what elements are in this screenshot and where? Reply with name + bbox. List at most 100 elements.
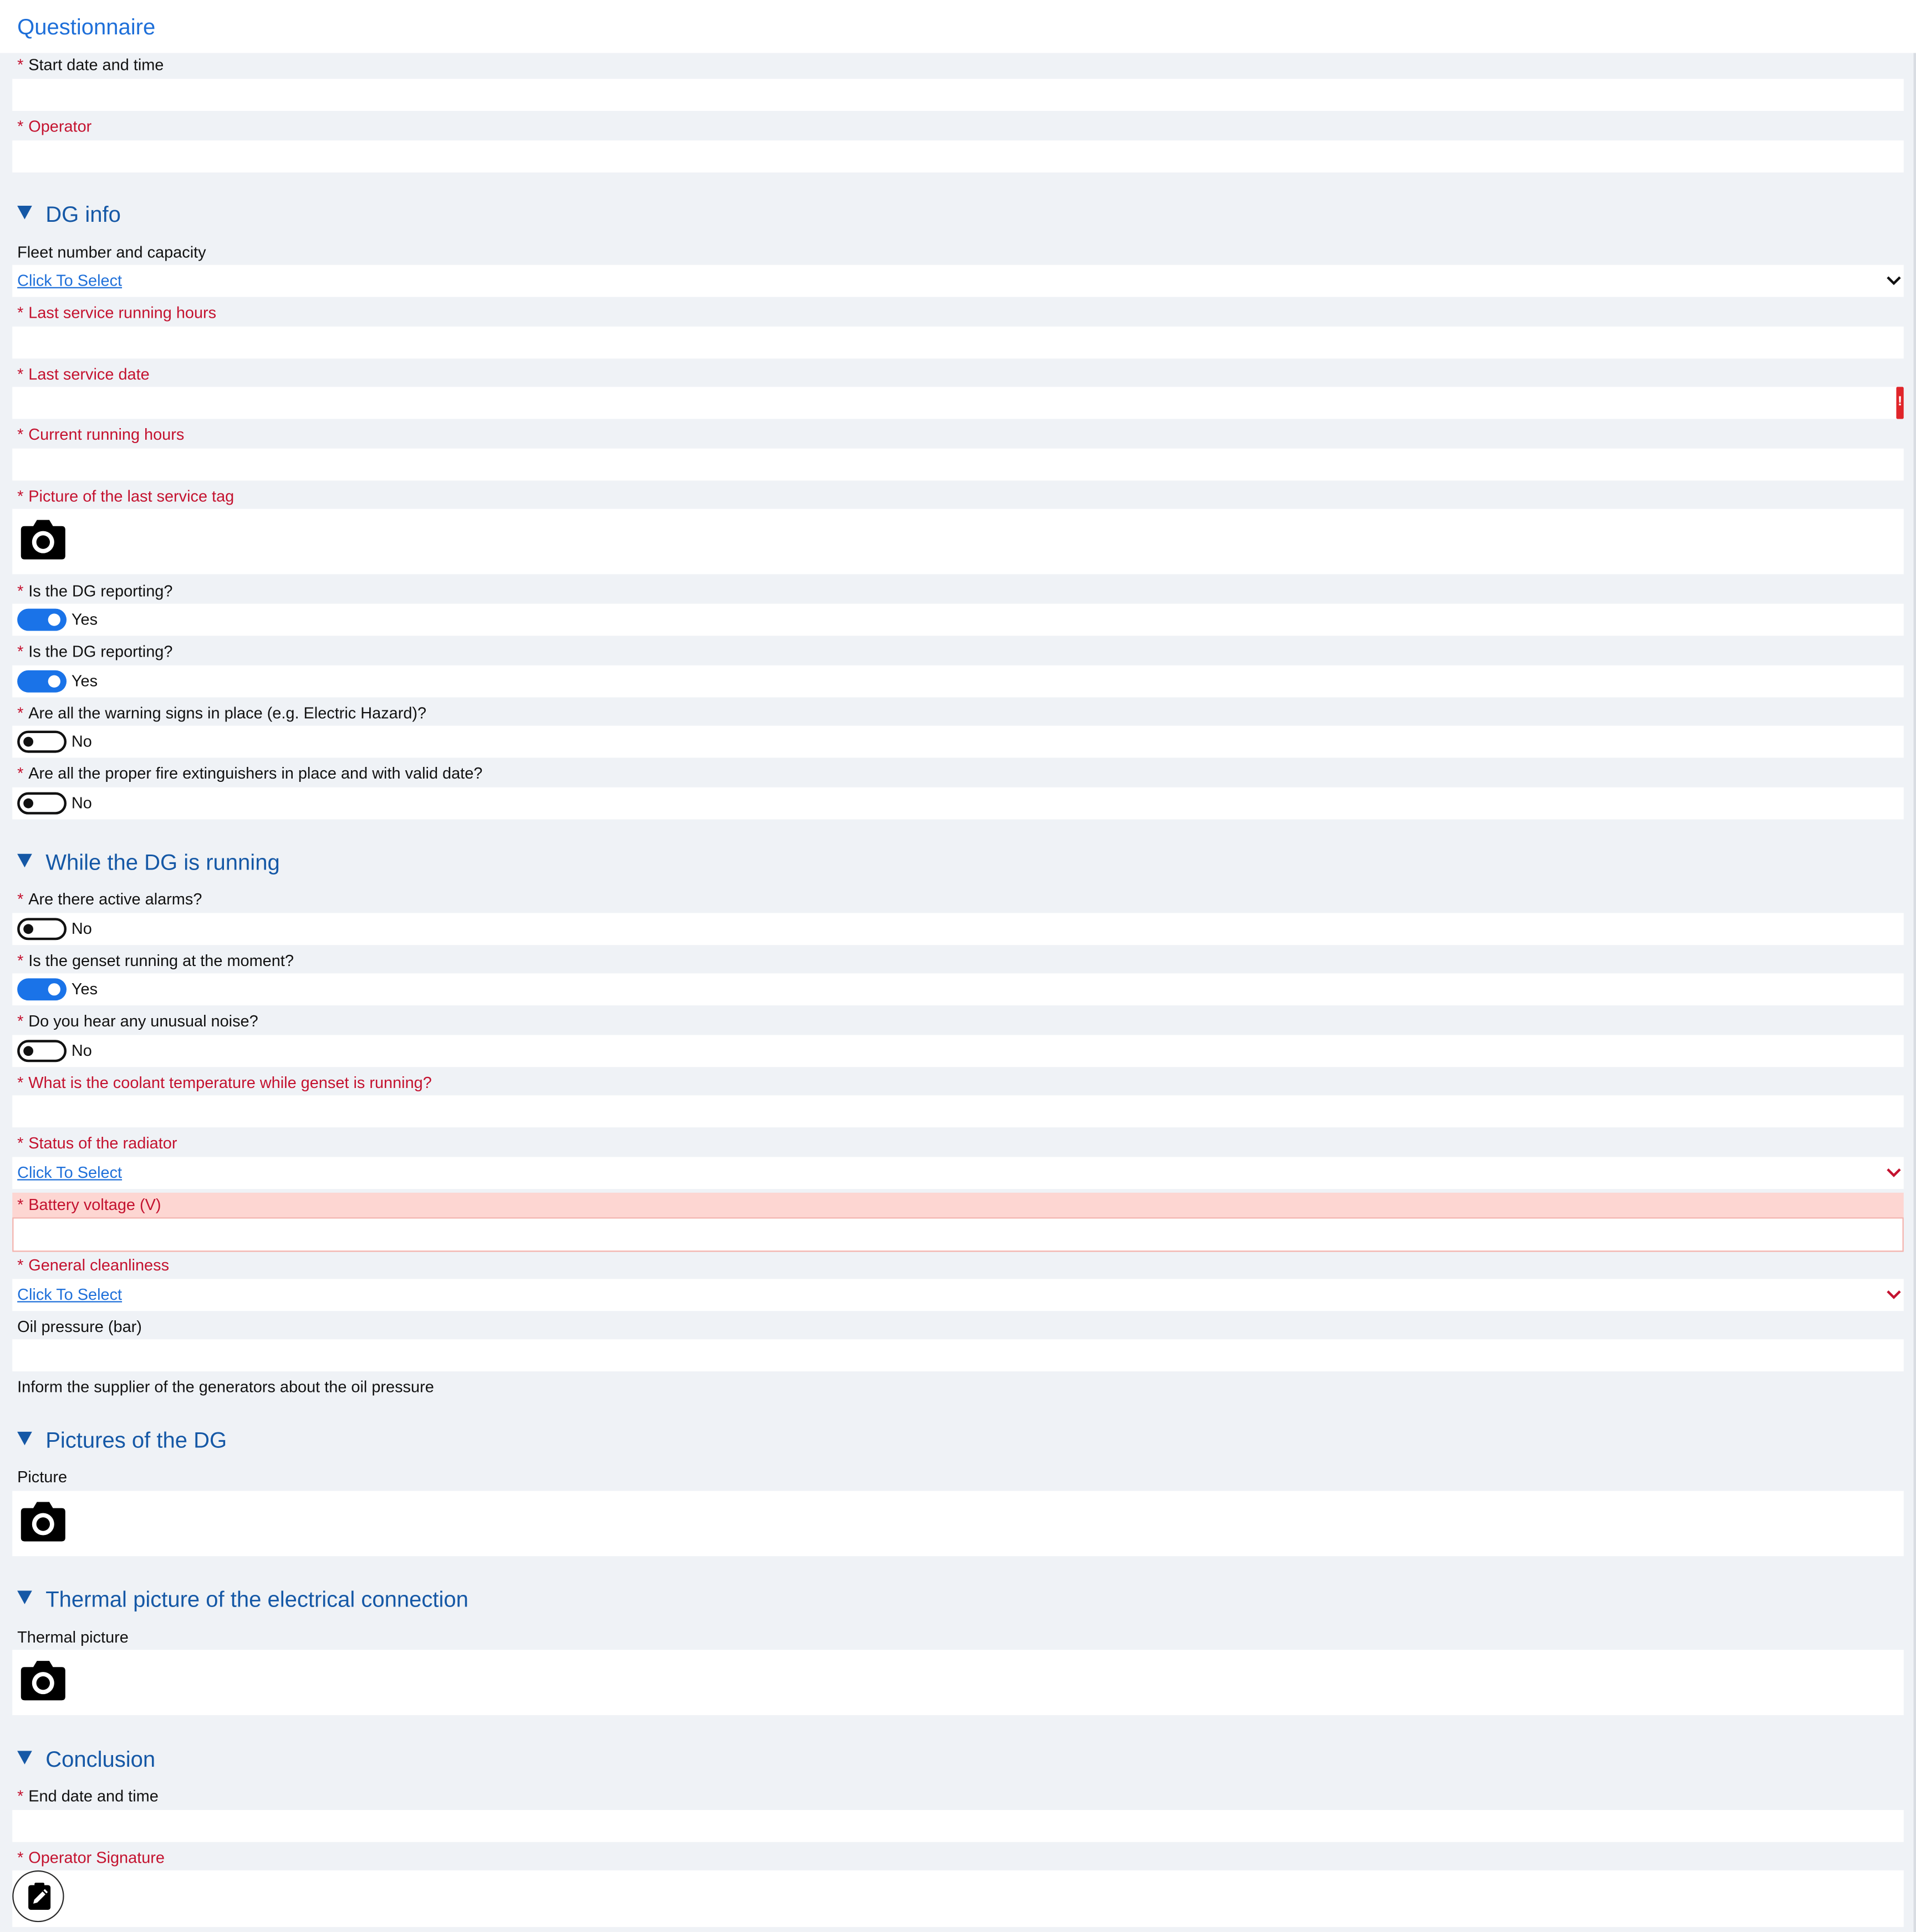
- active-alarms-row: No: [12, 913, 1904, 945]
- header: Questionnaire: [0, 0, 1916, 54]
- operator-field[interactable]: [12, 140, 1904, 173]
- triangle-down-icon: [17, 206, 32, 220]
- required-asterisk: *: [17, 425, 24, 444]
- last-service-date-field[interactable]: [12, 387, 1904, 419]
- cleanliness-label-text: General cleanliness: [28, 1255, 170, 1274]
- toggle-knob: [23, 798, 34, 809]
- last-service-hours-field[interactable]: [12, 326, 1904, 359]
- fire-extinguishers-label-text: Are all the proper fire extinguishers in…: [28, 764, 483, 782]
- reporting-1-value: Yes: [71, 609, 98, 629]
- required-asterisk: *: [17, 1073, 24, 1092]
- last-service-date-label: * Last service date: [17, 363, 150, 385]
- genset-running-toggle[interactable]: [17, 978, 67, 1001]
- battery-label: * Battery voltage (V): [17, 1194, 161, 1216]
- fire-extinguishers-toggle[interactable]: [17, 792, 67, 815]
- reporting-2-value: Yes: [71, 671, 98, 690]
- coolant-field[interactable]: [12, 1095, 1904, 1128]
- active-alarms-label-text: Are there active alarms?: [28, 889, 202, 908]
- warning-signs-label-text: Are all the warning signs in place (e.g.…: [28, 703, 427, 723]
- current-hours-field[interactable]: [12, 448, 1904, 481]
- required-asterisk: *: [17, 581, 24, 601]
- warning-signs-value: No: [71, 731, 92, 751]
- section-thermal[interactable]: Thermal picture of the electrical connec…: [17, 1584, 468, 1614]
- reporting-2-toggle[interactable]: [17, 670, 67, 693]
- reporting-1-label-text: Is the DG reporting?: [28, 581, 173, 601]
- current-hours-label-text: Current running hours: [28, 425, 185, 444]
- last-service-hours-label: * Last service running hours: [17, 302, 216, 324]
- section-running-title: While the DG is running: [45, 850, 280, 875]
- section-running[interactable]: While the DG is running: [17, 848, 280, 877]
- fleet-select[interactable]: Click To Select: [12, 265, 1904, 297]
- cleanliness-select-link[interactable]: Click To Select: [17, 1285, 122, 1305]
- start-date-label-text: Start date and time: [28, 55, 164, 74]
- warning-signs-row: No: [12, 725, 1904, 758]
- section-dg-info[interactable]: DG info: [17, 200, 121, 229]
- required-asterisk: *: [17, 951, 24, 970]
- operator-label-text: Operator: [28, 117, 92, 136]
- genset-running-row: Yes: [12, 973, 1904, 1006]
- fire-extinguishers-row: No: [12, 787, 1904, 820]
- cleanliness-label: * General cleanliness: [17, 1254, 169, 1277]
- unusual-noise-label-text: Do you hear any unusual noise?: [28, 1011, 258, 1030]
- service-tag-picture-field: [12, 509, 1904, 574]
- section-conclusion[interactable]: Conclusion: [17, 1745, 155, 1774]
- signature-button[interactable]: [12, 1870, 64, 1923]
- reporting-2-row: Yes: [12, 665, 1904, 698]
- unusual-noise-label: * Do you hear any unusual noise?: [17, 1010, 258, 1033]
- unusual-noise-toggle[interactable]: [17, 1040, 67, 1062]
- warning-signs-toggle[interactable]: [17, 730, 67, 753]
- genset-running-label: * Is the genset running at the moment?: [17, 950, 294, 972]
- required-asterisk: *: [17, 642, 24, 660]
- picture-field: [12, 1491, 1904, 1557]
- genset-running-value: Yes: [71, 979, 98, 998]
- last-service-hours-label-text: Last service running hours: [28, 303, 217, 322]
- cleanliness-select[interactable]: Click To Select: [12, 1279, 1904, 1311]
- last-service-date-label-text: Last service date: [28, 364, 150, 384]
- required-asterisk: *: [17, 1011, 24, 1030]
- camera-icon[interactable]: [20, 1501, 67, 1543]
- section-pictures[interactable]: Pictures of the DG: [17, 1426, 227, 1455]
- chevron-down-icon: [1887, 1168, 1901, 1177]
- page-title: Questionnaire: [17, 14, 156, 40]
- service-tag-picture-label: * Picture of the last service tag: [17, 485, 234, 507]
- reporting-1-label: * Is the DG reporting?: [17, 581, 172, 603]
- radiator-label: * Status of the radiator: [17, 1132, 177, 1155]
- required-asterisk: *: [17, 764, 24, 782]
- radiator-select-link[interactable]: Click To Select: [17, 1163, 122, 1183]
- section-pictures-title: Pictures of the DG: [45, 1428, 227, 1453]
- required-asterisk: *: [17, 1848, 24, 1867]
- signature-pen-icon: [28, 1883, 51, 1910]
- fire-extinguishers-value: No: [71, 793, 92, 812]
- operator-label: * Operator: [17, 116, 91, 138]
- section-conclusion-title: Conclusion: [45, 1747, 156, 1772]
- signature-label-text: Operator Signature: [28, 1848, 165, 1867]
- end-date-field[interactable]: [12, 1809, 1904, 1842]
- active-alarms-toggle[interactable]: [17, 918, 67, 940]
- camera-icon[interactable]: [20, 1660, 67, 1702]
- required-asterisk: *: [17, 889, 24, 908]
- required-asterisk: *: [17, 1195, 24, 1214]
- oil-pressure-field[interactable]: [12, 1339, 1904, 1371]
- battery-field[interactable]: [12, 1217, 1904, 1252]
- reporting-2-label-text: Is the DG reporting?: [28, 642, 173, 660]
- thermal-picture-field: [12, 1650, 1904, 1715]
- required-asterisk: *: [17, 486, 24, 505]
- coolant-label-text: What is the coolant temperature while ge…: [28, 1073, 432, 1092]
- radiator-select[interactable]: Click To Select: [12, 1157, 1904, 1189]
- fleet-select-link[interactable]: Click To Select: [17, 271, 122, 291]
- toggle-knob: [48, 983, 60, 996]
- radiator-label-text: Status of the radiator: [28, 1133, 177, 1152]
- triangle-down-icon: [17, 1431, 32, 1446]
- required-asterisk: *: [17, 1133, 24, 1152]
- start-date-field[interactable]: [12, 79, 1904, 111]
- triangle-down-icon: [17, 853, 32, 868]
- genset-running-label-text: Is the genset running at the moment?: [28, 951, 294, 970]
- service-tag-picture-label-text: Picture of the last service tag: [28, 486, 235, 505]
- triangle-down-icon: [17, 1751, 32, 1765]
- toggle-knob: [48, 675, 60, 688]
- camera-icon[interactable]: [20, 518, 67, 561]
- required-asterisk: *: [17, 1255, 24, 1274]
- reporting-2-label: * Is the DG reporting?: [17, 640, 172, 663]
- reporting-1-toggle[interactable]: [17, 608, 67, 631]
- unusual-noise-row: No: [12, 1035, 1904, 1067]
